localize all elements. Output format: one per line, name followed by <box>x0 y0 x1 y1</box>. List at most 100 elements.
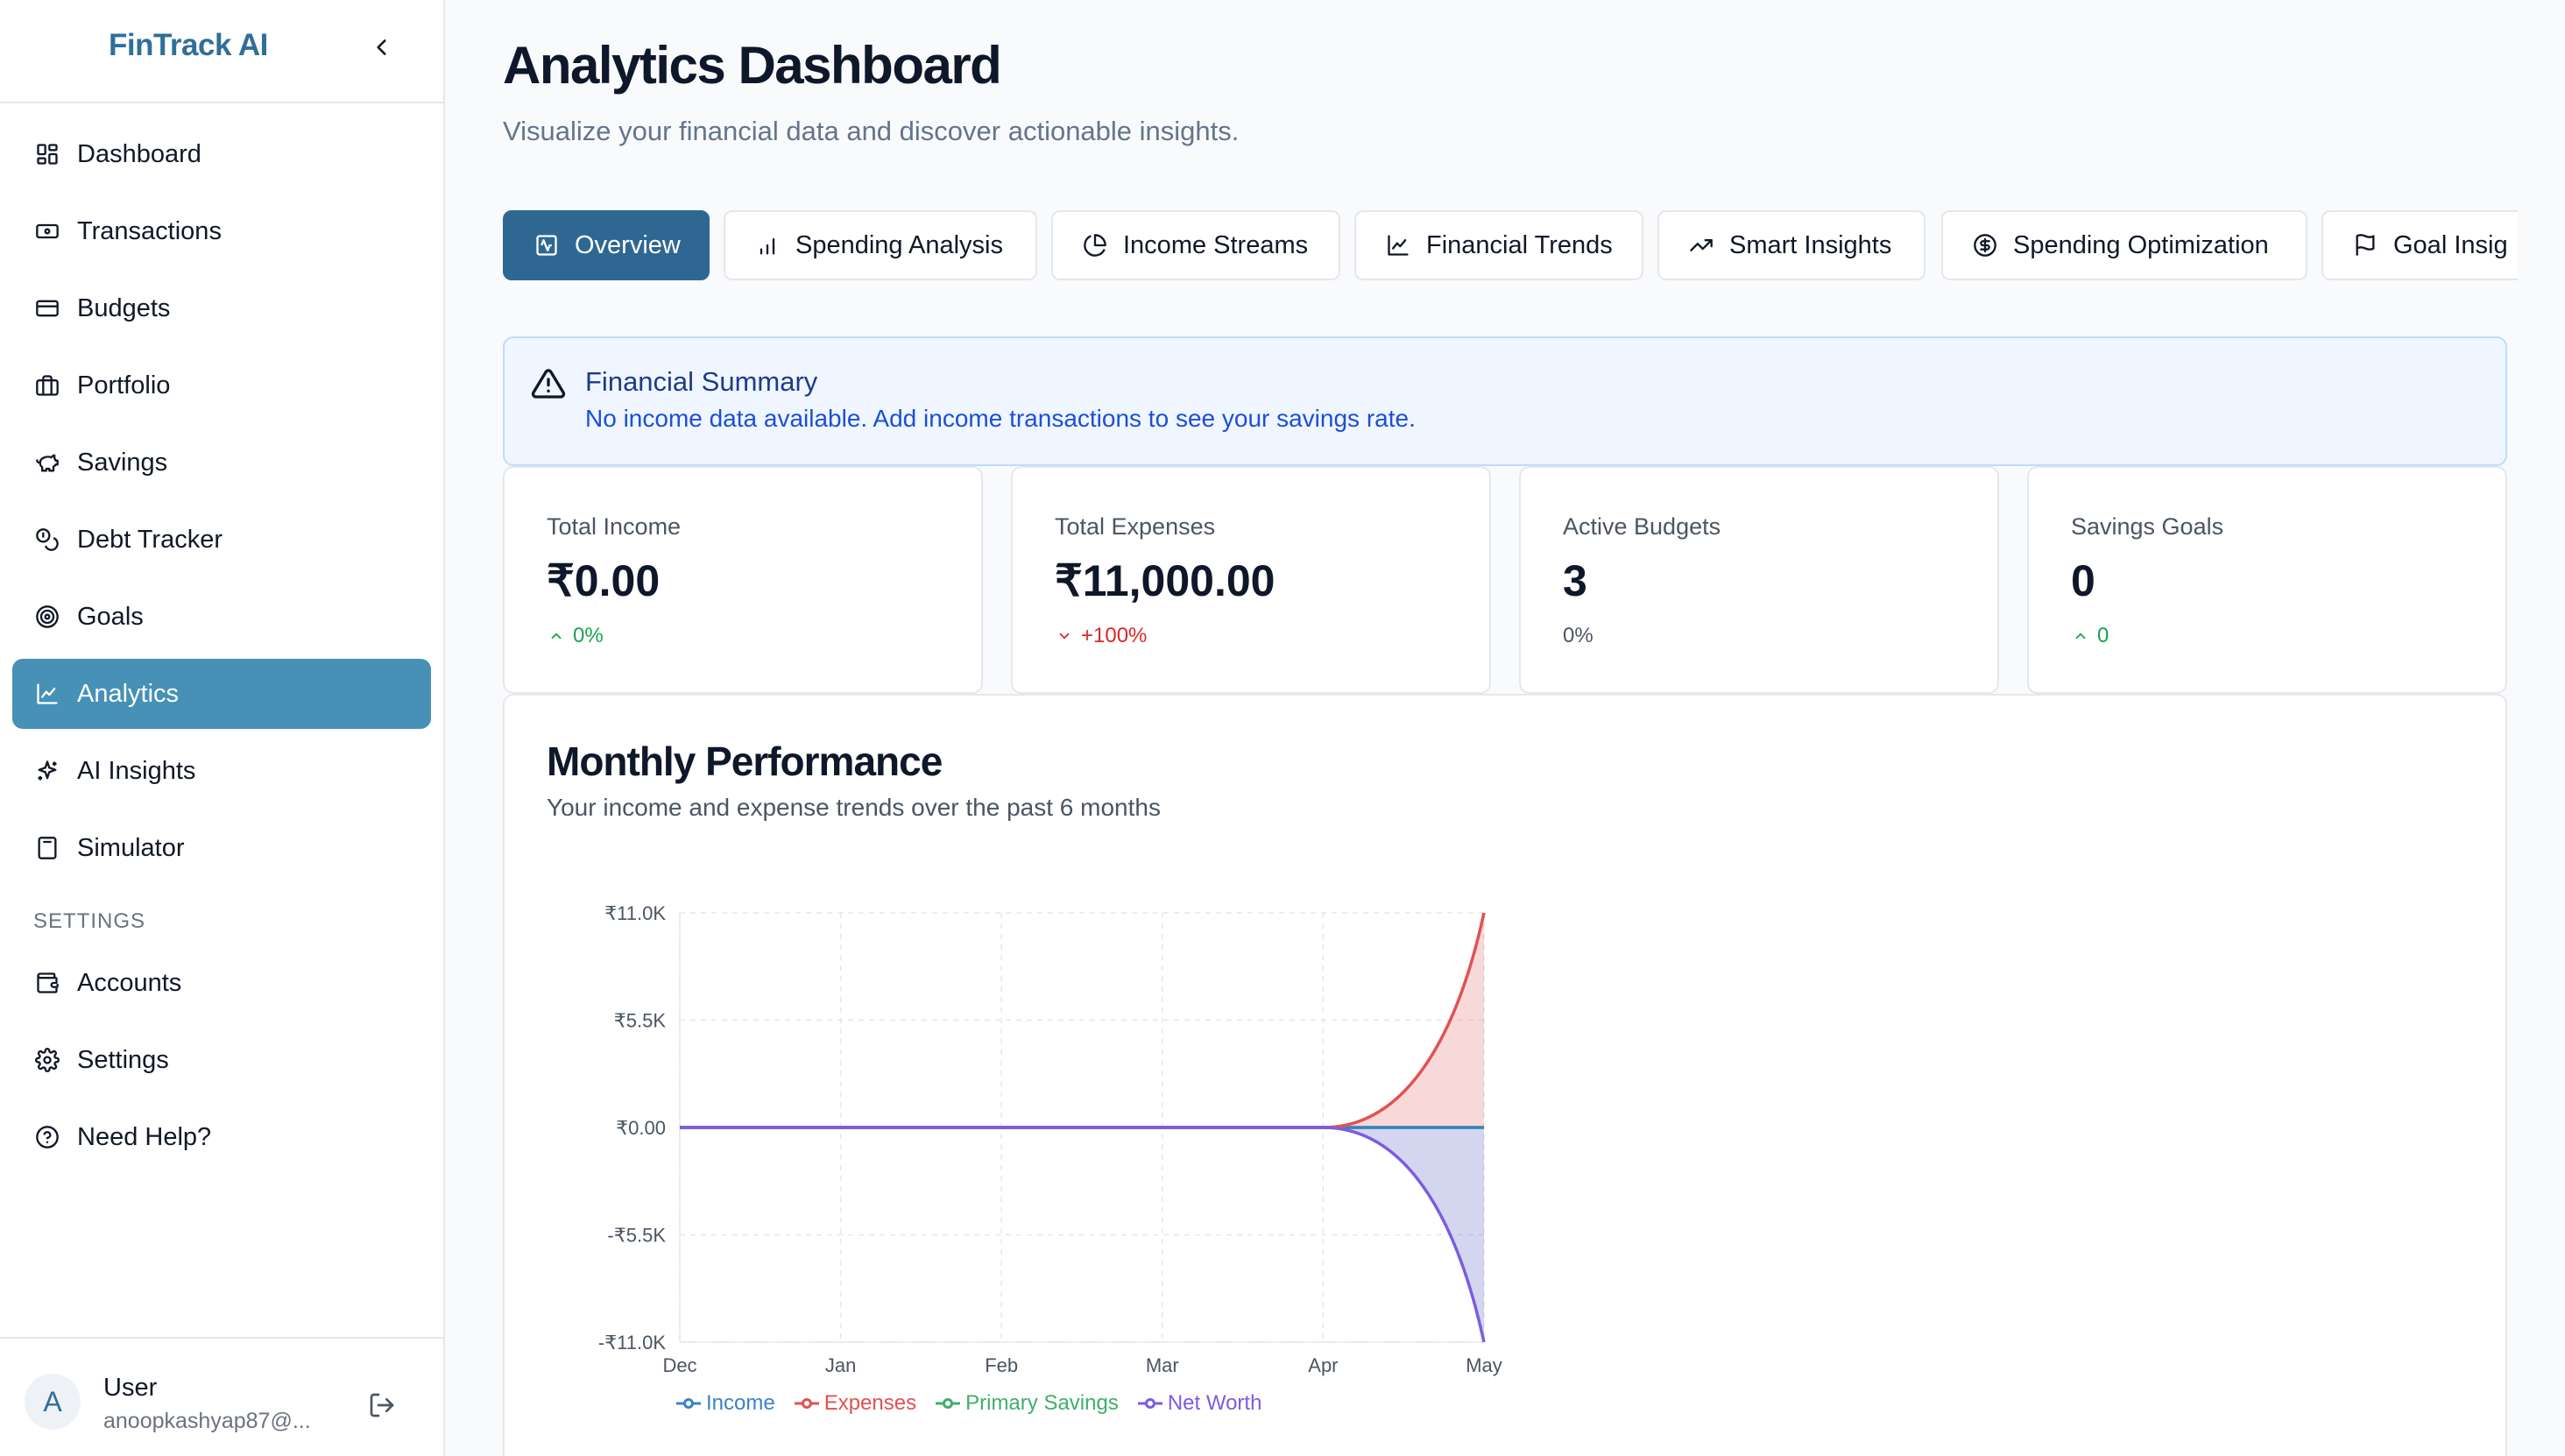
sidebar-item-accounts[interactable]: Accounts <box>12 948 431 1018</box>
tab-overview[interactable]: Overview <box>503 210 710 280</box>
stat-label: Total Expenses <box>1055 513 1216 540</box>
chevron-up-icon <box>547 626 566 646</box>
activity-square-icon <box>533 231 561 259</box>
x-tick-label: Mar <box>1146 1354 1179 1376</box>
sidebar-item-simulator[interactable]: Simulator <box>12 813 431 883</box>
sidebar-item-label: Dashboard <box>77 139 201 168</box>
legend-label: Net Worth <box>1167 1391 1262 1415</box>
legend-marker-icon <box>1137 1398 1162 1409</box>
collapse-sidebar-button[interactable] <box>366 32 398 63</box>
sidebar-item-debt-tracker[interactable]: Debt Tracker <box>12 505 431 575</box>
tab-label: Income Streams <box>1123 230 1309 259</box>
sidebar-item-goals[interactable]: Goals <box>12 582 431 652</box>
sidebar-item-label: Portfolio <box>77 371 171 399</box>
stat-delta: 0 <box>2071 624 2109 648</box>
sidebar-item-need-help[interactable]: Need Help? <box>12 1102 431 1172</box>
legend-label: Primary Savings <box>965 1391 1119 1415</box>
x-tick-label: Jan <box>825 1354 856 1376</box>
stat-delta-text: 0% <box>1563 624 1593 647</box>
tab-spending-analysis[interactable]: Spending Analysis <box>724 210 1037 280</box>
stat-value: ₹11,000.00 <box>1055 556 1275 605</box>
calculator-icon <box>33 834 61 862</box>
stat-delta: +100% <box>1055 624 1147 648</box>
flag-icon <box>2351 231 2379 259</box>
sidebar-item-portfolio[interactable]: Portfolio <box>12 350 431 421</box>
legend-label: Expenses <box>823 1391 917 1415</box>
stat-delta: 0% <box>547 624 604 648</box>
sidebar-item-label: Goals <box>77 602 144 631</box>
stat-delta-text: 0 <box>2097 624 2109 647</box>
sidebar-item-dashboard[interactable]: Dashboard <box>12 119 431 189</box>
stat-value: ₹0.00 <box>547 556 661 605</box>
gear-icon <box>33 1046 61 1074</box>
target-icon <box>33 603 61 631</box>
brand-row: FinTrack AI <box>0 0 443 103</box>
user-email: anoopkashyap87@... <box>103 1409 311 1433</box>
logout-button[interactable] <box>364 1388 399 1423</box>
sidebar-item-label: Budgets <box>77 293 171 322</box>
legend-item-income[interactable]: Income <box>676 1391 775 1416</box>
alert-text: No income data available. Add income tra… <box>585 405 1416 432</box>
y-tick-label: ₹11.0K <box>604 902 666 924</box>
sidebar-item-label: Transactions <box>77 216 222 245</box>
tab-label: Smart Insights <box>1729 230 1892 259</box>
coins-icon <box>33 526 61 554</box>
tab-label: Overview <box>575 230 681 259</box>
tab-label: Spending Analysis <box>795 230 1003 259</box>
dollar-circle-icon <box>1971 231 1999 259</box>
monthly-performance-chart: -₹11.0K -₹5.5K ₹0.00 ₹5.5K ₹11.0K Dec Jan Feb Ma… <box>598 902 1502 1376</box>
sidebar-nav: Dashboard Transactions Budgets Portfolio… <box>12 119 431 1179</box>
avatar[interactable]: A <box>25 1374 81 1430</box>
y-tick-label: ₹5.5K <box>614 1010 667 1032</box>
wallet-icon <box>33 969 61 997</box>
tab-label: Spending Optimization <box>2013 230 2269 259</box>
stat-card-total-expenses: Total Expenses ₹11,000.00 +100% <box>1011 466 1491 694</box>
x-tick-label: Dec <box>662 1354 696 1376</box>
tab-spending-optimization[interactable]: Spending Optimization <box>1941 210 2307 280</box>
tab-financial-trends[interactable]: Financial Trends <box>1354 210 1643 280</box>
sidebar: FinTrack AI Dashboard Transactions Budge… <box>0 0 445 1456</box>
tab-smart-insights[interactable]: Smart Insights <box>1657 210 1926 280</box>
user-name: User <box>103 1374 158 1402</box>
stat-card-savings-goals: Savings Goals 0 0 <box>2027 466 2507 694</box>
banknote-icon <box>33 217 61 245</box>
y-tick-label: -₹11.0K <box>598 1332 667 1354</box>
legend-item-expenses[interactable]: Expenses <box>794 1391 917 1416</box>
logout-icon <box>370 1393 394 1417</box>
stat-card-total-income: Total Income ₹0.00 0% <box>503 466 983 694</box>
stat-label: Total Income <box>547 513 682 540</box>
tab-label: Goal Insig <box>2393 230 2508 259</box>
help-circle-icon <box>33 1123 61 1151</box>
trending-up-icon <box>1687 231 1715 259</box>
tab-goal-insights[interactable]: Goal Insig <box>2321 210 2518 280</box>
sidebar-item-settings[interactable]: Settings <box>12 1025 431 1095</box>
sidebar-item-label: Settings <box>77 1045 169 1074</box>
sidebar-item-label: AI Insights <box>77 756 196 785</box>
sidebar-item-label: Simulator <box>77 833 185 862</box>
sidebar-item-label: Analytics <box>77 679 180 708</box>
legend-marker-icon <box>794 1398 819 1409</box>
legend-item-net-worth[interactable]: Net Worth <box>1137 1391 1262 1416</box>
alert-title: Financial Summary <box>585 366 818 397</box>
financial-summary-alert: Financial Summary No income data availab… <box>503 336 2507 466</box>
sidebar-item-budgets[interactable]: Budgets <box>12 273 431 343</box>
page-subtitle: Visualize your financial data and discov… <box>503 116 1240 146</box>
stat-card-active-budgets: Active Budgets 3 0% <box>1519 466 1999 694</box>
legend-marker-icon <box>936 1398 961 1409</box>
tab-income-streams[interactable]: Income Streams <box>1051 210 1340 280</box>
stat-delta-text: 0% <box>573 624 604 647</box>
stat-value: 0 <box>2071 556 2095 605</box>
line-chart-icon <box>1384 231 1412 259</box>
sidebar-item-ai-insights[interactable]: AI Insights <box>12 736 431 806</box>
sidebar-item-transactions[interactable]: Transactions <box>12 196 431 266</box>
sidebar-item-analytics[interactable]: Analytics <box>12 659 431 729</box>
legend-item-primary-savings[interactable]: Primary Savings <box>936 1391 1119 1416</box>
brand-logo[interactable]: FinTrack AI <box>109 28 268 63</box>
monthly-performance-card: Monthly Performance Your income and expe… <box>503 694 2507 1456</box>
stat-label: Active Budgets <box>1563 513 1721 540</box>
user-profile: A User anoopkashyap87@... <box>0 1337 443 1456</box>
warning-triangle-icon <box>531 369 566 399</box>
sidebar-item-savings[interactable]: Savings <box>12 428 431 498</box>
legend-label: Income <box>706 1391 775 1415</box>
sidebar-item-label: Accounts <box>77 968 182 997</box>
